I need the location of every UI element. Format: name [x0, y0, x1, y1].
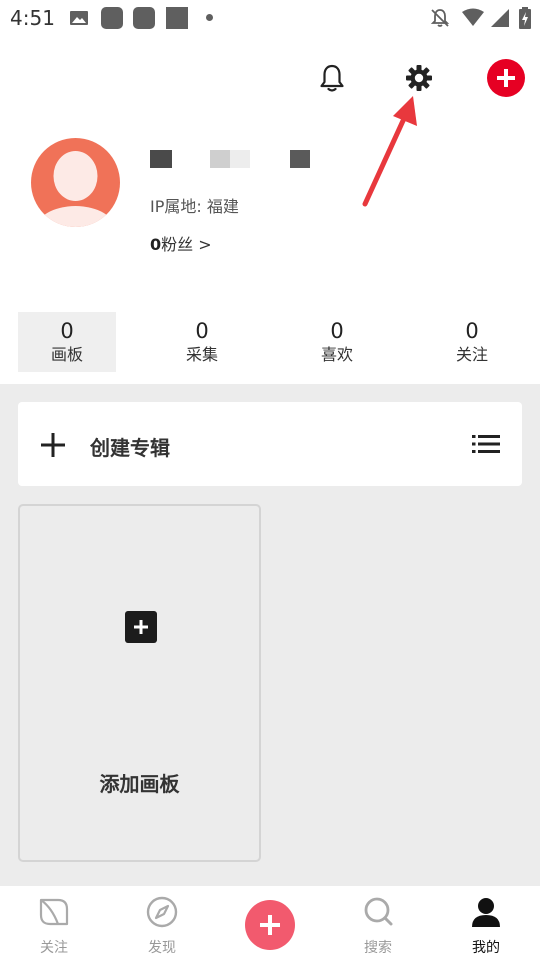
nav-label: 搜索 — [364, 940, 392, 956]
status-time: 4:51 — [10, 6, 55, 30]
stat-label: 画板 — [50, 345, 83, 364]
tab-boards[interactable]: 0 画板 — [18, 312, 116, 372]
fans-link[interactable]: 0粉丝 > — [150, 231, 212, 255]
nav-following[interactable]: 关注 — [0, 886, 108, 960]
notifications-button[interactable] — [312, 58, 352, 98]
stat-count: 0 — [195, 319, 209, 343]
add-board-icon — [125, 611, 157, 643]
avatar[interactable] — [31, 138, 120, 227]
ip-location: IP属地: 福建 — [150, 197, 239, 216]
stat-count: 0 — [60, 319, 74, 343]
nav-create-button[interactable] — [245, 900, 295, 950]
search-icon — [364, 897, 393, 926]
fans-label: 粉丝 > — [161, 235, 212, 254]
default-avatar-icon — [35, 151, 116, 227]
add-icon — [260, 915, 280, 935]
create-button[interactable] — [487, 59, 525, 97]
add-icon — [497, 69, 515, 87]
stat-label: 关注 — [455, 345, 488, 364]
nav-label: 关注 — [40, 940, 68, 956]
nav-discover[interactable]: 发现 — [108, 886, 216, 960]
notification-icon — [133, 7, 155, 29]
nav-me[interactable]: 我的 — [432, 886, 540, 960]
tab-likes[interactable]: 0 喜欢 — [288, 312, 386, 372]
bottom-nav: 关注 发现 搜索 我的 — [0, 886, 540, 960]
bell-off-icon — [430, 9, 450, 27]
plus-icon — [41, 433, 65, 457]
stat-label: 喜欢 — [320, 345, 353, 364]
add-board-label: 添加画板 — [99, 772, 180, 796]
bell-icon — [320, 64, 344, 92]
stat-count: 0 — [330, 319, 344, 343]
stat-count: 0 — [465, 319, 479, 343]
fans-count: 0 — [150, 235, 162, 254]
user-icon — [472, 898, 500, 927]
compass-icon — [146, 896, 178, 928]
status-bar: 4:51 — [0, 0, 540, 36]
nav-label: 我的 — [472, 940, 500, 956]
profile-stats: 0 画板 0 采集 0 喜欢 0 关注 — [0, 312, 540, 372]
image-icon — [70, 11, 88, 25]
tab-collects[interactable]: 0 采集 — [153, 312, 251, 372]
boards-content: 创建专辑 添加画板 — [0, 384, 540, 886]
create-album-button[interactable]: 创建专辑 — [18, 402, 522, 486]
notification-icon — [166, 7, 188, 29]
battery-charging-icon — [519, 7, 531, 29]
username — [150, 150, 320, 170]
leaf-icon — [39, 898, 69, 926]
wifi-icon — [462, 8, 484, 26]
stat-label: 采集 — [185, 345, 218, 364]
signal-icon — [491, 9, 509, 27]
dot-icon — [206, 14, 213, 21]
nav-label: 发现 — [148, 940, 176, 956]
notification-icon — [101, 7, 123, 29]
annotation-arrow-icon — [362, 96, 417, 207]
nav-search[interactable]: 搜索 — [324, 886, 432, 960]
tab-following[interactable]: 0 关注 — [423, 312, 521, 372]
list-view-icon[interactable] — [472, 434, 500, 454]
settings-gear-icon — [406, 65, 432, 91]
create-album-label: 创建专辑 — [90, 436, 170, 460]
add-board-card[interactable]: 添加画板 — [18, 504, 261, 862]
